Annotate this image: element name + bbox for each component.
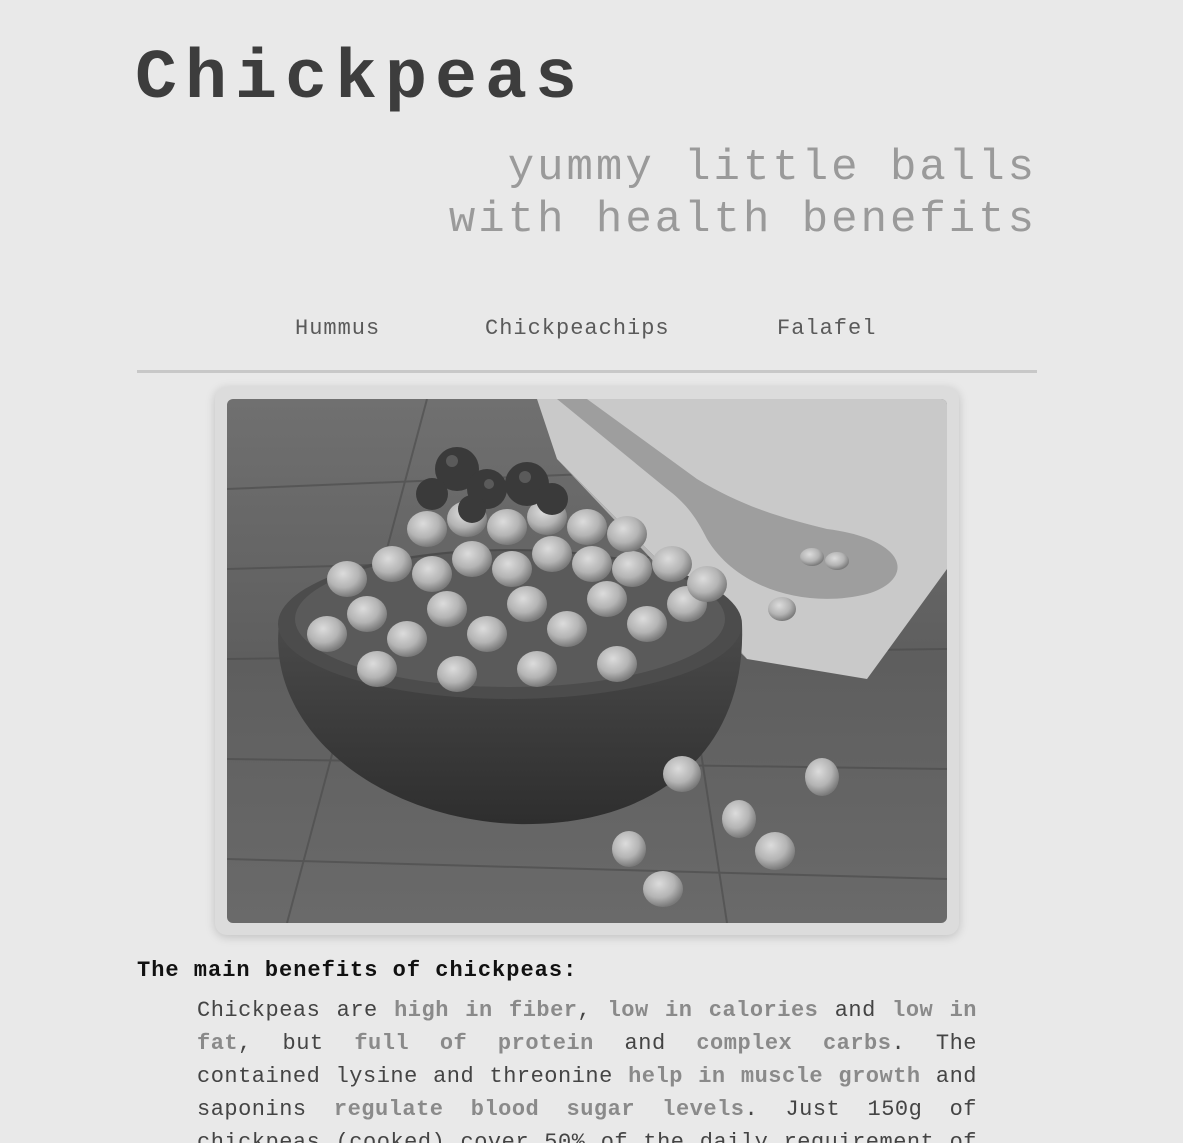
benefits-text: Chickpeas are [197,998,395,1023]
benefits-text: and [818,998,893,1023]
benefits-paragraph: Chickpeas are high in fiber, low in calo… [197,994,977,1143]
main-nav: Hummus Chickpeachips Falafel [137,312,1037,373]
benefits-text: , [577,998,608,1023]
benefit-highlight: full of protein [354,1031,594,1056]
site-title: Chickpeas [135,40,586,119]
nav-link-falafel[interactable]: Falafel [777,316,876,341]
benefit-highlight: low in calories [607,998,819,1023]
benefits-text: , but [238,1031,355,1056]
chickpeas-bowl-photo [227,399,947,923]
site-subtitle: yummy little balls with health benefits [448,143,1037,245]
benefits-text: and [593,1031,697,1056]
nav-link-hummus[interactable]: Hummus [295,316,380,341]
benefit-highlight: regulate blood sugar levels [333,1097,745,1122]
benefit-highlight: help in muscle growth [628,1064,921,1089]
nav-link-chickpeachips[interactable]: Chickpeachips [485,316,670,341]
benefit-highlight: high in fiber [394,998,578,1023]
photo-frame [215,387,959,935]
benefits-heading: The main benefits of chickpeas: [137,958,578,983]
benefit-highlight: complex carbs [696,1031,892,1056]
